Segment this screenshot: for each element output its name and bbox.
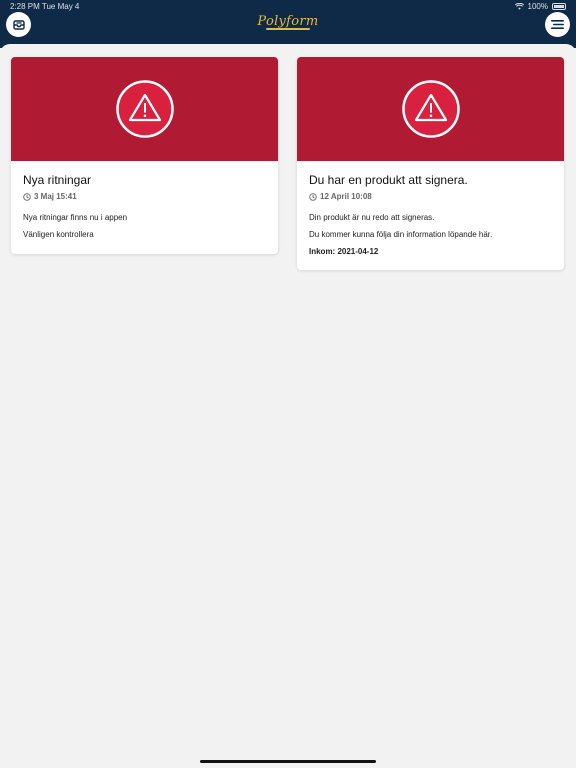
status-date: Tue May 4 [41, 2, 80, 11]
card-message-line: Vänligen kontrollera [23, 230, 94, 239]
clock-icon [309, 192, 317, 201]
battery-percent: 100% [527, 2, 548, 11]
card-title: Nya ritningar [23, 173, 92, 187]
battery-icon [552, 3, 566, 10]
status-right: 100% [514, 2, 566, 11]
menu-button[interactable] [545, 12, 570, 37]
clock-icon [23, 192, 31, 201]
card-received-date: Inkom: 2021-04-12 [309, 247, 379, 256]
notification-card[interactable]: Du har en produkt att signera. 12 April … [297, 57, 564, 270]
logo-swoosh [266, 28, 310, 30]
wifi-icon [514, 3, 524, 10]
card-message-line: Din produkt är nu redo att signeras. [309, 213, 435, 222]
warning-icon [115, 80, 174, 138]
logo-wordmark: Polyform [257, 14, 319, 29]
card-hero [11, 57, 278, 161]
card-message-line: Nya ritningar finns nu i appen [23, 213, 128, 222]
notification-card[interactable]: Nya ritningar 3 Maj 15:41 Nya ritningar … [11, 57, 278, 254]
inbox-icon [12, 19, 25, 30]
card-title: Du har en produkt att signera. [309, 173, 468, 187]
card-message-line: Du kommer kunna följa din information lö… [309, 230, 493, 239]
menu-icon [551, 20, 564, 29]
card-date: 12 April 10:08 [309, 192, 552, 201]
status-time-date: 2:28 PM Tue May 4 [10, 2, 79, 11]
top-bar: 2:28 PM Tue May 4 100% Polyform [0, 0, 576, 48]
status-bar: 2:28 PM Tue May 4 100% [10, 2, 566, 12]
card-date-text: 12 April 10:08 [320, 192, 372, 201]
card-body: Du har en produkt att signera. 12 April … [297, 161, 564, 266]
card-body: Nya ritningar 3 Maj 15:41 Nya ritningar … [11, 161, 278, 249]
warning-icon [401, 80, 460, 138]
home-indicator[interactable] [200, 760, 376, 763]
status-time: 2:28 PM [10, 2, 40, 11]
card-hero [297, 57, 564, 161]
card-date: 3 Maj 15:41 [23, 192, 266, 201]
inbox-button[interactable] [6, 12, 31, 37]
card-date-text: 3 Maj 15:41 [34, 192, 77, 201]
polyform-logo: Polyform [248, 14, 328, 38]
